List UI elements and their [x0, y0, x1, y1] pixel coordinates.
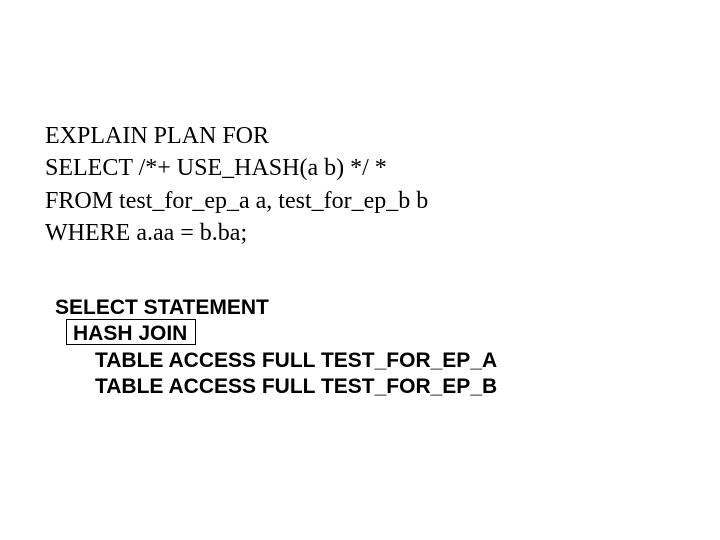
plan-table-access-a: TABLE ACCESS FULL TEST_FOR_EP_A	[95, 348, 497, 374]
sql-line-4: WHERE a.aa = b.ba;	[45, 220, 247, 246]
plan-hash-join: HASH JOIN	[73, 321, 187, 347]
sql-line-1: EXPLAIN PLAN FOR	[45, 123, 269, 149]
plan-select-statement: SELECT STATEMENT	[55, 295, 497, 321]
execution-plan-block: SELECT STATEMENT HASH JOIN TABLE ACCESS …	[55, 295, 497, 400]
sql-line-3: FROM test_for_ep_a a, test_for_ep_b b	[45, 188, 428, 214]
sql-code-block: EXPLAIN PLAN FOR SELECT /*+ USE_HASH(a b…	[45, 120, 428, 250]
plan-table-access-b: TABLE ACCESS FULL TEST_FOR_EP_B	[95, 374, 497, 400]
sql-line-2: SELECT /*+ USE_HASH(a b) */ *	[45, 155, 387, 181]
